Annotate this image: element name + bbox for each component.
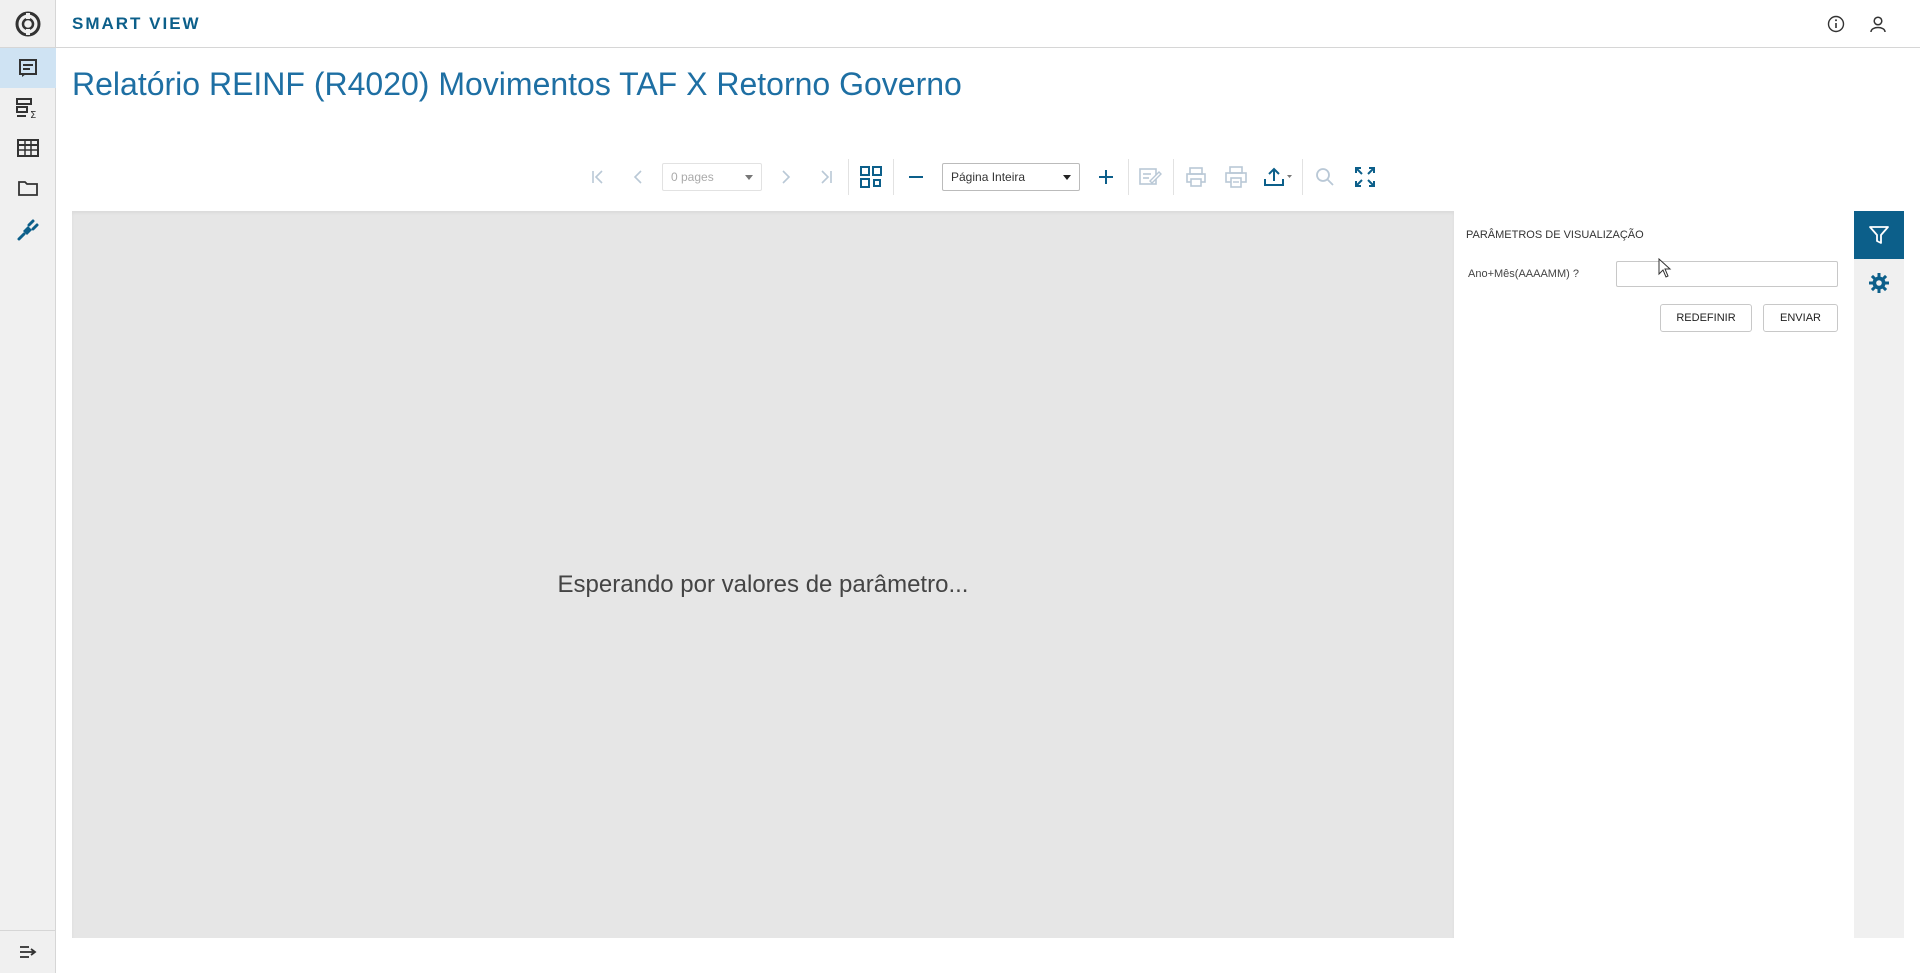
zoom-select-value: Página Inteira: [951, 170, 1026, 184]
table-grid-icon: [17, 139, 39, 157]
gear-icon: [1869, 273, 1889, 293]
multi-page-view-button[interactable]: [851, 158, 891, 196]
first-page-icon: [592, 170, 603, 184]
report-toolbar: 0 pages Página Inteira: [578, 158, 1385, 196]
nav-item-folders[interactable]: [0, 168, 56, 208]
toolbar-divider: [1128, 159, 1129, 195]
parameters-title: PARÂMETROS DE VISUALIZAÇÃO: [1466, 229, 1644, 241]
plus-icon: [1099, 170, 1113, 184]
expand-menu-icon: [20, 946, 37, 958]
page-title: Relatório REINF (R4020) Movimentos TAF X…: [72, 66, 962, 102]
user-menu-button[interactable]: [1866, 12, 1890, 36]
tab-filters[interactable]: [1854, 211, 1904, 259]
reset-button[interactable]: REDEFINIR: [1660, 304, 1752, 332]
info-button[interactable]: [1824, 12, 1848, 36]
svg-text:Σ: Σ: [30, 110, 36, 119]
filter-icon: [1869, 226, 1889, 244]
zoom-select[interactable]: Página Inteira: [942, 163, 1080, 191]
nav-item-integrations[interactable]: [0, 210, 56, 250]
mouse-pointer-icon: [1658, 258, 1672, 278]
printer-page-icon: [1225, 166, 1247, 188]
zoom-in-button[interactable]: [1086, 158, 1126, 196]
upload-export-icon: [1264, 167, 1292, 186]
year-month-label: Ano+Mês(AAAAMM) ?: [1468, 268, 1579, 280]
minus-icon: [909, 176, 923, 178]
printer-icon: [1186, 167, 1206, 187]
tab-settings[interactable]: [1854, 259, 1904, 307]
fullscreen-icon: [1355, 167, 1375, 187]
report-viewer-area: Esperando por valores de parâmetro...: [72, 211, 1454, 938]
grid-view-icon: [860, 166, 882, 188]
nav-item-reports[interactable]: [0, 48, 56, 88]
side-tabs: [1854, 211, 1904, 938]
toolbar-divider: [893, 159, 894, 195]
chevron-left-icon: [633, 170, 642, 184]
fullscreen-button[interactable]: [1345, 158, 1385, 196]
chevron-right-icon: [782, 170, 791, 184]
analysis-sigma-icon: Σ: [16, 98, 36, 119]
folder-icon: [18, 181, 38, 196]
search-icon: [1316, 168, 1334, 186]
left-nav-rail: Σ: [0, 0, 56, 973]
last-page-icon: [821, 170, 832, 184]
nav-item-tables[interactable]: [0, 128, 56, 168]
top-header: SMART VIEW: [56, 0, 1920, 48]
next-page-button[interactable]: [766, 158, 806, 196]
toolbar-divider: [1302, 159, 1303, 195]
page-select-value: 0 pages: [671, 170, 714, 184]
previous-page-button[interactable]: [618, 158, 658, 196]
page-select[interactable]: 0 pages: [662, 163, 762, 191]
edit-parameters-button[interactable]: [1131, 158, 1171, 196]
plug-icon: [17, 219, 39, 241]
last-page-button[interactable]: [806, 158, 846, 196]
chevron-down-icon: [745, 175, 753, 180]
print-page-button[interactable]: [1216, 158, 1256, 196]
print-button[interactable]: [1176, 158, 1216, 196]
app-logo[interactable]: [0, 0, 56, 48]
year-month-input[interactable]: [1616, 261, 1838, 287]
export-button[interactable]: [1256, 158, 1300, 196]
chevron-down-icon: [1063, 175, 1071, 180]
user-icon: [1870, 16, 1886, 33]
waiting-message: Esperando por valores de parâmetro...: [557, 571, 969, 598]
report-icon: [19, 59, 37, 77]
nav-item-analysis[interactable]: Σ: [0, 88, 56, 128]
info-circle-icon: [1827, 15, 1845, 33]
toolbar-divider: [1173, 159, 1174, 195]
collapse-menu-button[interactable]: [0, 930, 56, 973]
edit-form-icon: [1139, 168, 1162, 185]
app-brand: SMART VIEW: [72, 14, 201, 33]
toolbar-divider: [848, 159, 849, 195]
zoom-out-button[interactable]: [896, 158, 936, 196]
first-page-button[interactable]: [578, 158, 618, 196]
search-button[interactable]: [1305, 158, 1345, 196]
app-logo-icon: [15, 11, 41, 36]
submit-button[interactable]: ENVIAR: [1763, 304, 1838, 332]
parameters-panel: PARÂMETROS DE VISUALIZAÇÃO Ano+Mês(AAAAM…: [1454, 211, 1854, 938]
